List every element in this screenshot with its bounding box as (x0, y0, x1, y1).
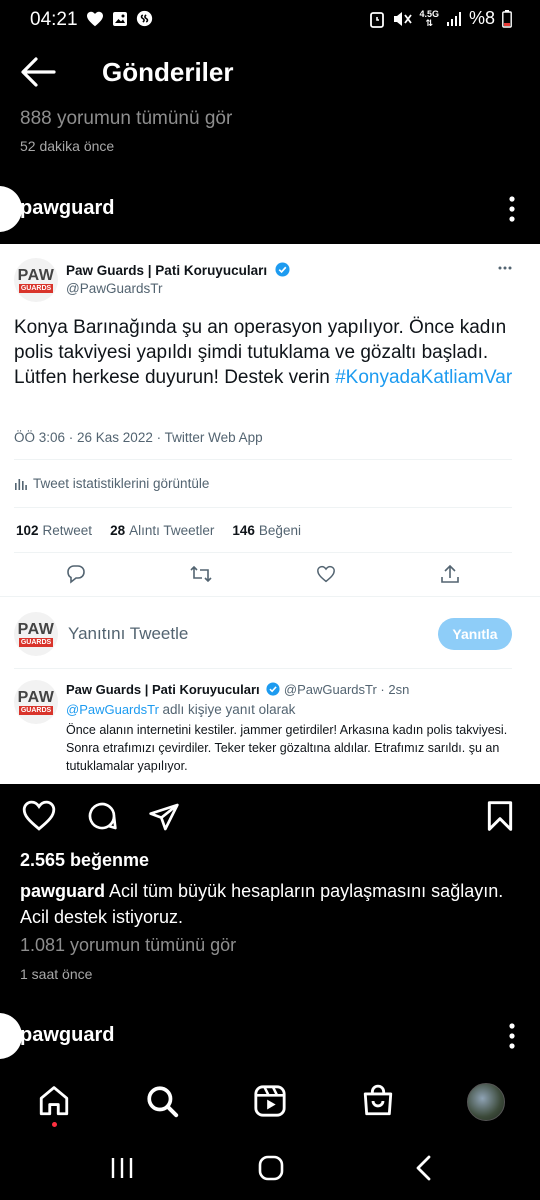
like-button-heart-icon[interactable] (22, 800, 56, 831)
mute-icon (394, 11, 413, 26)
avatar-logo (0, 1013, 22, 1059)
composer-avatar: PAW GUARDS (14, 612, 58, 656)
verified-badge-icon (275, 262, 290, 277)
post-header: pawguard (0, 186, 540, 232)
likes-count[interactable]: 2.565 beğenme (20, 850, 149, 871)
like-label: Beğeni (258, 523, 301, 538)
post-caption: pawguard Acil tüm büyük hesapların payla… (20, 878, 530, 930)
tweet-author-avatar: PAW GUARDS (14, 258, 58, 302)
gallery-icon (113, 11, 127, 26)
avatar-logo (0, 186, 22, 232)
alarm-icon (370, 11, 385, 28)
more-options-icon[interactable] (508, 195, 516, 223)
reels-icon[interactable] (253, 1084, 287, 1118)
tweet-text-block: Konya Barınağında şu an operasyon yapılı… (14, 315, 514, 390)
reply-icon (67, 565, 85, 584)
logo-guards-text: GUARDS (18, 283, 54, 293)
comment-button-icon[interactable] (86, 800, 118, 832)
next-post-header: pawguard (0, 1013, 540, 1059)
reply-time: · 2sn (380, 682, 410, 697)
logo-paw-text: PAW (17, 620, 55, 638)
recent-apps-icon[interactable] (110, 1156, 134, 1180)
divider (14, 668, 512, 669)
post-username[interactable]: pawguard (20, 197, 114, 220)
logo-guards-text: GUARDS (18, 637, 54, 647)
replying-to-handle: @PawGuardsTr (66, 702, 159, 717)
tweet-author-line: Paw Guards | Pati Koruyucuları (66, 262, 290, 280)
like-count: 146 (232, 523, 255, 538)
back-button[interactable] (20, 56, 60, 92)
heart-icon (87, 11, 103, 26)
status-time: 04:21 (30, 9, 78, 30)
user-avatar[interactable] (0, 186, 22, 232)
back-nav-icon[interactable] (414, 1155, 434, 1181)
arrow-left-icon (21, 57, 56, 87)
post-timestamp: 52 dakika önce (20, 138, 115, 154)
like-icon (317, 565, 335, 583)
replying-to-suffix: adlı kişiye yanıt olarak (162, 702, 296, 717)
tweet-analytics-link: Tweet istatistiklerini görüntüle (33, 476, 210, 491)
battery-percent: %8 (468, 8, 495, 28)
reply-author-handle: @PawGuardsTr (283, 682, 377, 697)
home-icon[interactable] (37, 1084, 71, 1118)
page-title: Gönderiler (102, 57, 234, 87)
profile-avatar[interactable] (467, 1083, 505, 1121)
divider (14, 507, 512, 508)
shazam-icon (136, 10, 153, 27)
tweet-meta: ÖÖ 3:06 · 26 Kas 2022 · Twitter Web App (14, 430, 263, 445)
divider (14, 552, 512, 553)
reply-author-line: Paw Guards | Pati Koruyucuları @PawGuard… (66, 682, 409, 697)
system-navigation-bar (0, 1140, 540, 1200)
tweet-author-handle: @PawGuardsTr (66, 281, 163, 296)
post-username[interactable]: pawguard (20, 1024, 114, 1047)
logo-paw-text: PAW (17, 266, 55, 284)
bottom-navigation (0, 1072, 540, 1132)
analytics-icon (15, 479, 27, 490)
tweet-stats: 102 Retweet 28 Alıntı Tweetler 146 Beğen… (16, 523, 301, 538)
user-avatar[interactable] (0, 1013, 22, 1059)
quote-label: Alıntı Tweetler (129, 523, 215, 538)
network-arrows-icon: ⇅ (425, 17, 433, 28)
network-indicator: 4.5G ⇅ (419, 9, 439, 28)
view-all-comments-link[interactable]: 888 yorumun tümünü gör (20, 108, 232, 130)
reply-button: Yanıtla (438, 618, 512, 650)
reply-author-name: Paw Guards | Pati Koruyucuları (66, 682, 260, 697)
tweet-hashtag: #KonyadaKatliamVar (335, 367, 513, 388)
retweet-count: 102 (16, 523, 39, 538)
search-icon[interactable] (145, 1084, 179, 1118)
system-indicators: 4.5G ⇅ %8 (369, 8, 512, 29)
notification-icons (86, 10, 153, 27)
logo-guards-text: GUARDS (18, 705, 54, 715)
notification-dot (52, 1122, 57, 1127)
tweet-author-name: Paw Guards | Pati Koruyucuları (66, 263, 268, 278)
signal-icon (446, 11, 461, 26)
reply-author-avatar: PAW GUARDS (14, 680, 58, 724)
home-button-icon[interactable] (258, 1155, 284, 1181)
shop-icon[interactable] (361, 1084, 395, 1118)
post-timestamp: 1 saat önce (20, 966, 93, 982)
reply-text: Önce alanın internetini kestiler. jammer… (66, 723, 508, 773)
divider (0, 596, 540, 597)
post-image-tweet[interactable]: PAW GUARDS Paw Guards | Pati Koruyucular… (0, 244, 540, 784)
share-icon (441, 564, 459, 583)
quote-count: 28 (110, 523, 126, 538)
view-all-comments-link[interactable]: 1.081 yorumun tümünü gör (20, 935, 236, 956)
battery-icon (502, 9, 512, 28)
reply-input: Yanıtını Tweetle (68, 624, 189, 643)
tweet-more-icon (498, 266, 512, 270)
status-bar: 04:21 4.5G ⇅ %8 (0, 0, 540, 40)
more-options-icon[interactable] (508, 1022, 516, 1050)
share-button-paper-plane-icon[interactable] (148, 802, 180, 832)
retweet-label: Retweet (42, 523, 93, 538)
tweet-analytics-row: Tweet istatistiklerini görüntüle (14, 476, 209, 491)
save-button-bookmark-icon[interactable] (486, 800, 514, 832)
caption-username[interactable]: pawguard (20, 881, 105, 901)
logo-paw-text: PAW (17, 688, 55, 706)
divider (14, 459, 512, 460)
verified-badge-icon (266, 682, 280, 696)
retweet-icon (190, 565, 212, 583)
replying-to-line: @PawGuardsTr adlı kişiye yanıt olarak (66, 702, 295, 717)
